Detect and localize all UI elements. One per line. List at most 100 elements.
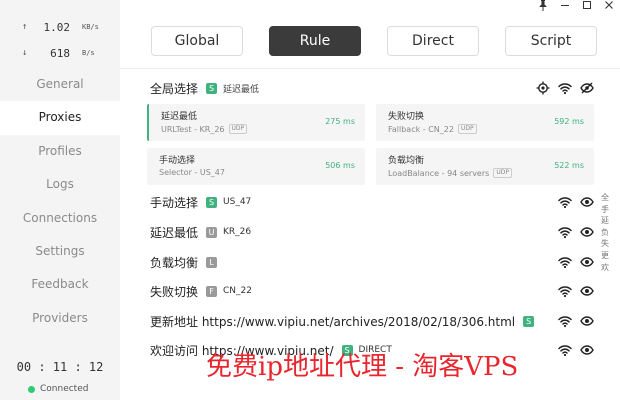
group-name: 更新地址 https://www.vipiu.net/archives/2018… xyxy=(150,314,516,329)
card-latency[interactable]: 506 ms xyxy=(325,161,355,170)
group-name: 延迟最低 xyxy=(150,225,199,240)
index-letter[interactable]: 全 xyxy=(600,192,610,204)
eye-icon[interactable] xyxy=(580,255,594,269)
eye-off-icon[interactable] xyxy=(580,81,594,95)
maximize-icon[interactable] xyxy=(582,0,592,12)
wifi-icon[interactable] xyxy=(558,255,572,269)
card-description: Fallback - CN_22 UDP xyxy=(388,124,477,134)
sidebar-item-profiles[interactable]: Profiles xyxy=(0,135,120,168)
download-arrow-icon: ↓ xyxy=(22,48,28,58)
connection-status: Connected xyxy=(28,384,88,394)
group-name: 负载均衡 xyxy=(150,255,199,270)
sidebar-item-feedback[interactable]: Feedback xyxy=(0,268,120,301)
card-type: Selector xyxy=(159,168,192,177)
mode-script-button[interactable]: Script xyxy=(505,26,597,56)
global-group-selected: 延迟最低 xyxy=(223,84,260,95)
sidebar-item-connections[interactable]: Connections xyxy=(0,202,120,235)
download-value: 618 xyxy=(50,46,70,60)
connection-timer: 00 : 11 : 12 xyxy=(16,360,104,374)
group-row[interactable]: 失败切换 F CN_22 xyxy=(150,281,594,301)
connection-status-label: Connected xyxy=(40,384,89,394)
global-group-title: 全局选择 xyxy=(150,81,199,96)
card-name: 手动选择 xyxy=(159,156,196,166)
index-letter[interactable]: 手 xyxy=(600,204,610,216)
udp-badge: UDP xyxy=(493,168,512,178)
card-name: 负载均衡 xyxy=(388,156,425,166)
upload-value: 1.02 xyxy=(43,20,71,34)
mode-direct-button[interactable]: Direct xyxy=(387,26,479,56)
card-name: 失败切换 xyxy=(388,112,425,122)
download-unit: B/s xyxy=(82,49,95,57)
card-node: 94 servers xyxy=(447,168,490,178)
index-letter[interactable]: 延 xyxy=(600,215,610,227)
card-latency[interactable]: 275 ms xyxy=(325,117,355,126)
global-group-header[interactable]: 全局选择 S 延迟最低 xyxy=(150,79,594,97)
group-type-badge: S xyxy=(523,315,535,327)
group-name: 失败切换 xyxy=(150,284,199,299)
selector-badge: S xyxy=(206,82,218,94)
wifi-icon[interactable] xyxy=(558,314,572,328)
group-row[interactable]: 负载均衡 L xyxy=(150,252,594,272)
header-divider xyxy=(120,68,620,69)
card-latency[interactable]: 522 ms xyxy=(554,161,584,170)
sidebar-nav: General Proxies Profiles Logs Connection… xyxy=(0,68,120,335)
udp-badge: UDP xyxy=(228,124,248,134)
sidebar-item-logs[interactable]: Logs xyxy=(0,168,120,201)
sidebar-item-settings[interactable]: Settings xyxy=(0,235,120,268)
sidebar-item-proxies[interactable]: Proxies xyxy=(0,101,120,135)
card-node: US_47 xyxy=(199,168,225,177)
upload-speed: ↑ 1.02 KB/s xyxy=(0,14,120,40)
eye-icon[interactable] xyxy=(580,195,594,209)
close-icon[interactable] xyxy=(604,0,614,12)
group-selected: KR_26 xyxy=(223,227,252,237)
eye-icon[interactable] xyxy=(580,343,594,357)
group-row[interactable]: 更新地址 https://www.vipiu.net/archives/2018… xyxy=(150,311,594,331)
wifi-icon[interactable] xyxy=(558,284,572,298)
proxy-card-loadbalance[interactable]: 负载均衡 LoadBalance - 94 servers UDP 522 ms xyxy=(376,148,594,185)
group-index-bar: 全 手 延 负 失 更 欢 xyxy=(600,192,610,273)
udp-badge: UDP xyxy=(457,124,477,134)
group-row[interactable]: 延迟最低 U KR_26 xyxy=(150,222,594,242)
wifi-icon[interactable] xyxy=(558,225,572,239)
mode-rule-button[interactable]: Rule xyxy=(269,26,361,56)
group-name: 手动选择 xyxy=(150,195,199,210)
index-letter[interactable]: 更 xyxy=(600,250,610,262)
upload-unit: KB/s xyxy=(82,23,99,31)
index-letter[interactable]: 失 xyxy=(600,238,610,250)
group-row[interactable]: 手动选择 S US_47 xyxy=(150,192,594,212)
eye-icon[interactable] xyxy=(580,314,594,328)
download-speed: ↓ 618 B/s xyxy=(0,40,120,66)
eye-icon[interactable] xyxy=(580,284,594,298)
wifi-icon[interactable] xyxy=(558,343,572,357)
index-letter[interactable]: 欢 xyxy=(600,262,610,274)
status-dot-icon xyxy=(28,385,35,393)
card-name: 延迟最低 xyxy=(161,112,198,122)
card-description: URLTest - KR_26 UDP xyxy=(161,124,248,134)
group-type-badge: S xyxy=(206,196,218,208)
proxy-card-fallback[interactable]: 失败切换 Fallback - CN_22 UDP 592 ms xyxy=(376,104,594,141)
card-type: LoadBalance xyxy=(388,168,440,178)
group-type-badge: L xyxy=(206,256,218,268)
sidebar: ↑ 1.02 KB/s ↓ 618 B/s General Proxies Pr… xyxy=(0,0,120,400)
minimize-icon[interactable] xyxy=(560,0,570,12)
proxy-card-selector[interactable]: 手动选择 Selector - US_47 506 ms xyxy=(147,148,365,185)
pin-icon[interactable] xyxy=(538,0,548,12)
wifi-icon[interactable] xyxy=(558,195,572,209)
eye-icon[interactable] xyxy=(580,225,594,239)
mode-global-button[interactable]: Global xyxy=(151,26,243,56)
locate-icon[interactable] xyxy=(536,81,550,95)
index-letter[interactable]: 负 xyxy=(600,227,610,239)
card-description: LoadBalance - 94 servers UDP xyxy=(388,168,512,178)
card-type: Fallback xyxy=(388,124,421,134)
card-node: CN_22 xyxy=(428,124,454,134)
upload-arrow-icon: ↑ xyxy=(22,22,28,32)
sidebar-item-providers[interactable]: Providers xyxy=(0,302,120,335)
card-latency[interactable]: 592 ms xyxy=(554,117,584,126)
group-type-badge: U xyxy=(206,226,218,238)
card-description: Selector - US_47 xyxy=(159,168,225,177)
group-selected: US_47 xyxy=(223,197,252,207)
sidebar-item-general[interactable]: General xyxy=(0,68,120,101)
wifi-icon[interactable] xyxy=(558,81,572,95)
group-type-badge: F xyxy=(206,285,218,297)
proxy-card-urltest[interactable]: 延迟最低 URLTest - KR_26 UDP 275 ms xyxy=(147,104,365,141)
